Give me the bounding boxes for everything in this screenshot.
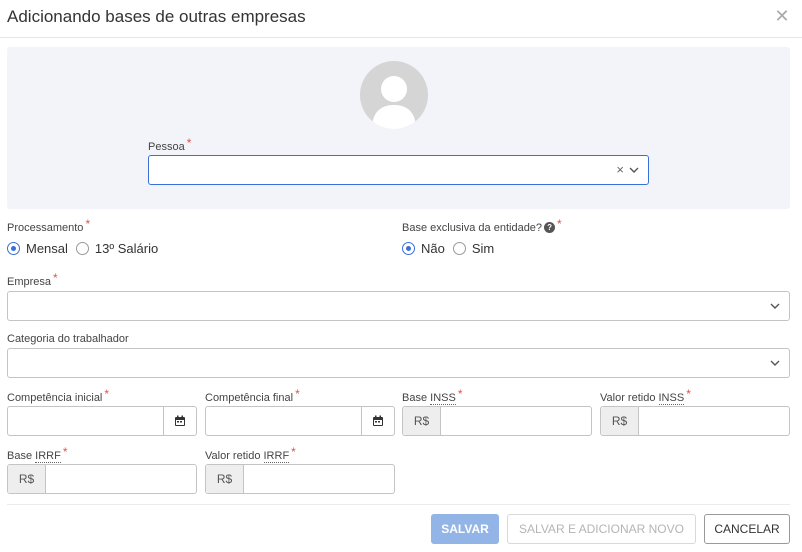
valor-retido-inss-input[interactable]: R$ [600,406,790,436]
base-inss-input[interactable]: R$ [402,406,592,436]
categoria-label: Categoria do trabalhador [7,333,129,345]
processamento-label: Processamento * [7,217,91,234]
calendar-icon[interactable] [361,407,394,435]
person-panel: Pessoa * × [7,47,790,209]
base-irrf-label: Base IRRF * [7,445,68,463]
base-irrf-input[interactable]: R$ [7,464,197,494]
radio-sim[interactable] [452,242,466,255]
empresa-select[interactable] [7,291,790,321]
radio-mensal-label[interactable]: Mensal [26,241,68,256]
currency-prefix: R$ [206,465,244,493]
radio-sim-label[interactable]: Sim [472,241,494,256]
dialog-header: Adicionando bases de outras empresas ✕ [0,0,802,38]
clear-icon[interactable]: × [616,162,624,178]
close-icon[interactable]: ✕ [774,7,790,25]
currency-prefix: R$ [403,407,441,435]
help-icon[interactable]: ? [544,221,556,233]
competencia-inicial-label: Competência inicial * [7,387,110,404]
radio-13-salario[interactable] [75,242,89,255]
cancel-button[interactable]: CANCELAR [704,514,790,544]
processamento-radio-group: Mensal 13º Salário [7,241,166,256]
competencia-final-input[interactable] [205,406,395,436]
footer-divider [7,504,790,505]
categoria-select[interactable] [7,348,790,378]
pessoa-label: Pessoa * [148,136,192,153]
chevron-down-icon[interactable] [769,358,781,368]
dialog-title: Adicionando bases de outras empresas [7,7,306,26]
pessoa-select[interactable]: × [148,155,649,185]
base-inss-label: Base INSS * [402,387,463,405]
valor-retido-irrf-input[interactable]: R$ [205,464,395,494]
save-and-add-new-button[interactable]: SALVAR E ADICIONAR NOVO [507,514,696,544]
valor-retido-irrf-label: Valor retido IRRF * [205,445,296,463]
currency-prefix: R$ [8,465,46,493]
chevron-down-icon[interactable] [769,301,781,311]
save-button[interactable]: SALVAR [431,514,499,544]
base-exclusiva-label: Base exclusiva da entidade?? * [402,217,562,234]
empresa-label: Empresa * [7,271,58,288]
competencia-inicial-input[interactable] [7,406,197,436]
radio-nao[interactable] [402,242,415,255]
calendar-icon[interactable] [163,407,196,435]
base-exclusiva-radio-group: Não Sim [402,241,502,256]
chevron-down-icon[interactable] [628,165,640,175]
radio-mensal[interactable] [7,242,20,255]
competencia-final-label: Competência final * [205,387,300,404]
currency-prefix: R$ [601,407,639,435]
avatar-placeholder-icon [360,61,428,129]
radio-13-salario-label[interactable]: 13º Salário [95,241,158,256]
valor-retido-inss-label: Valor retido INSS * [600,387,691,405]
radio-nao-label[interactable]: Não [421,241,445,256]
